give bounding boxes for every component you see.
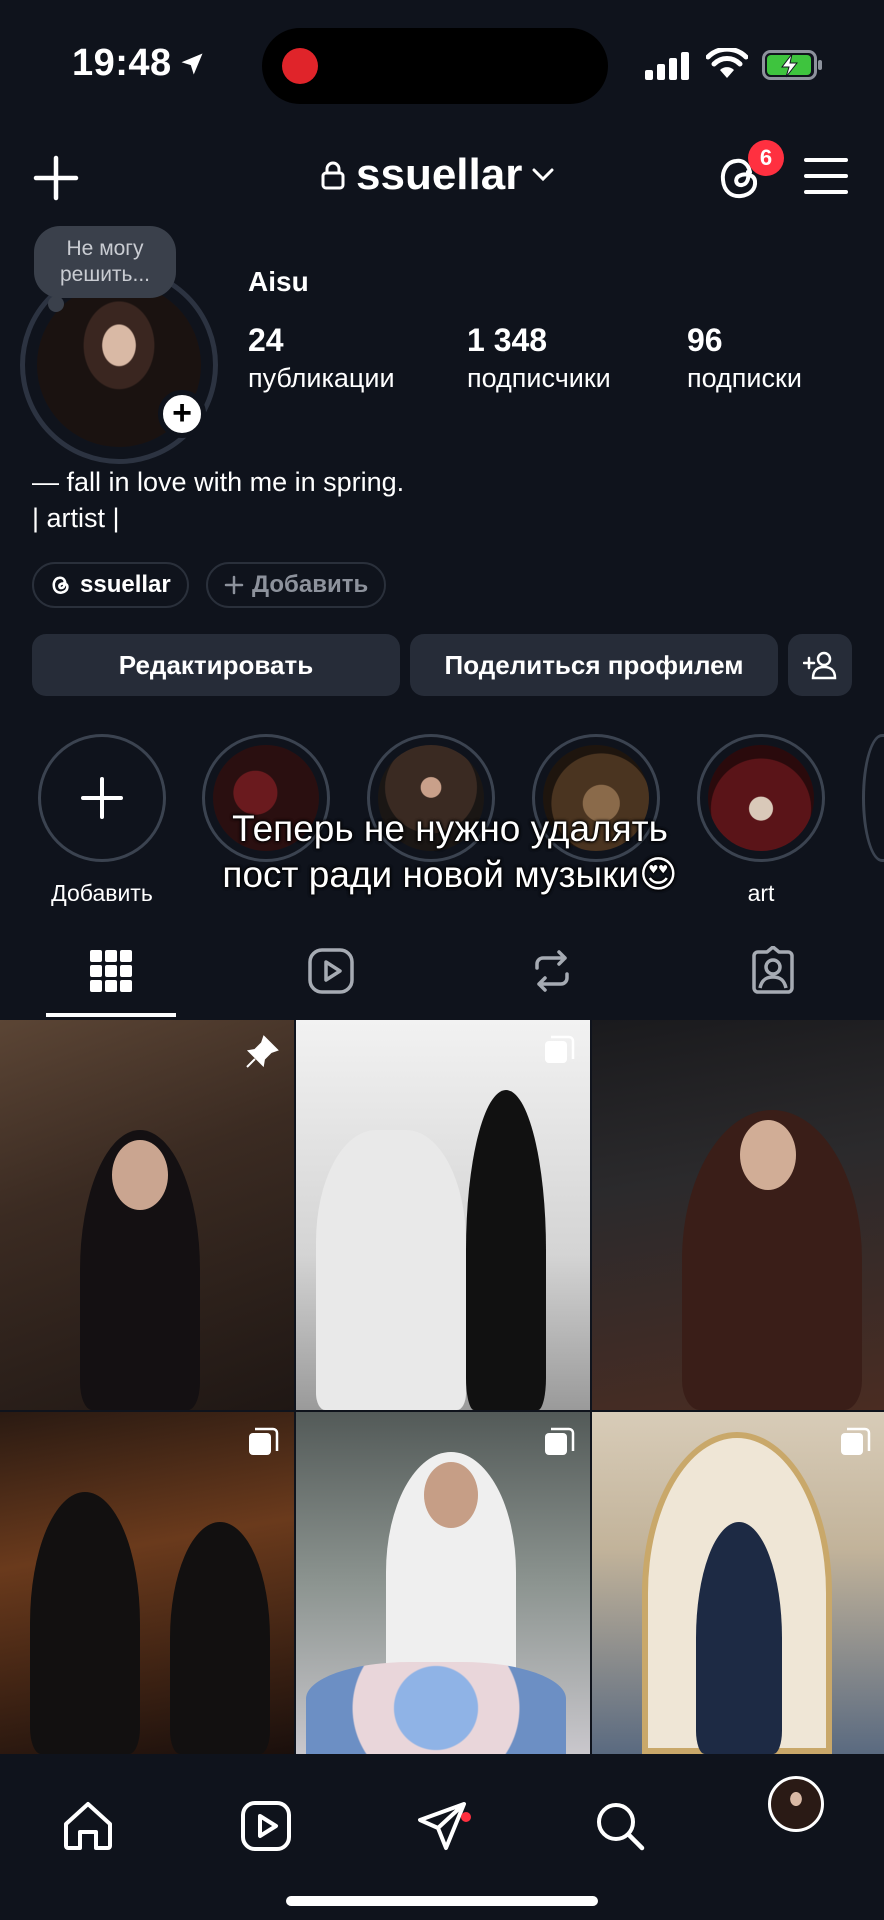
carousel-icon [545, 1427, 575, 1455]
cellular-signal-icon [645, 52, 689, 80]
post-face [424, 1462, 478, 1528]
highlight-item-partial[interactable] [862, 734, 884, 862]
notification-badge: 6 [748, 140, 784, 176]
threads-chip-label: ssuellar [80, 571, 171, 598]
stat-posts-label: публикации [248, 363, 395, 393]
direct-messages-icon[interactable] [414, 1798, 470, 1854]
stat-posts[interactable]: 24 публикации [248, 322, 395, 394]
pin-icon [246, 1035, 279, 1068]
post-thumbnail[interactable] [0, 1412, 294, 1754]
profile-note-bubble[interactable]: Не могу решить... [34, 226, 176, 298]
plus-icon [81, 777, 123, 819]
recording-indicator-icon [282, 48, 318, 84]
stat-followers-label: подписчики [467, 363, 611, 393]
post-face [740, 1120, 796, 1190]
profile-bio: — fall in love with me in spring. | arti… [32, 464, 404, 536]
carousel-icon [841, 1427, 871, 1455]
menu-hamburger-icon[interactable] [804, 156, 848, 196]
post-thumbnail[interactable] [296, 1412, 590, 1754]
add-link-chip-label: Добавить [252, 571, 369, 598]
profile-username: ssuellar [356, 150, 523, 199]
search-icon[interactable] [592, 1798, 648, 1854]
lock-icon [321, 161, 345, 190]
threads-small-icon [52, 576, 69, 594]
post-thumbnail[interactable] [592, 1412, 884, 1754]
location-arrow-icon [181, 53, 203, 75]
post-thumbnail[interactable] [0, 1020, 294, 1410]
add-link-chip[interactable]: Добавить [206, 562, 387, 608]
create-plus-icon[interactable] [32, 154, 80, 202]
edit-profile-button[interactable]: Редактировать [32, 634, 400, 696]
profile-tab-avatar[interactable] [768, 1776, 824, 1832]
stat-posts-value: 24 [248, 322, 284, 358]
plus-small-icon [224, 575, 244, 595]
bio-line-2: | artist | [32, 503, 120, 533]
post-figure [696, 1522, 782, 1754]
carousel-icon [249, 1427, 279, 1455]
status-bar: 19:48 [0, 0, 884, 130]
reposts-tab-icon[interactable] [527, 946, 577, 996]
battery-charging-icon [762, 50, 822, 80]
home-icon[interactable] [60, 1798, 116, 1854]
post-thumbnail[interactable] [296, 1020, 590, 1410]
status-time: 19:48 [72, 42, 172, 84]
tagged-tab-icon[interactable] [748, 946, 798, 996]
highlight-label: Добавить [51, 880, 153, 906]
post-figure [30, 1492, 140, 1754]
reels-icon[interactable] [238, 1798, 294, 1854]
stat-followers-value: 1 348 [467, 322, 548, 358]
highlight-add-ring [38, 734, 166, 862]
threads-profile-chip[interactable]: ssuellar [32, 562, 189, 608]
post-figure [466, 1090, 546, 1410]
carousel-icon [545, 1035, 575, 1063]
caption-line-2: пост ради новой музыки😍 [222, 854, 678, 895]
chevron-down-icon [532, 168, 554, 182]
post-figure [316, 1130, 466, 1410]
note-bubble-tail [48, 296, 64, 312]
posts-grid [0, 1020, 884, 1754]
discover-people-button[interactable] [788, 634, 852, 696]
profile-header: ssuellar 6 [0, 140, 884, 220]
stat-following[interactable]: 96 подписки [687, 322, 802, 394]
post-figure [170, 1522, 270, 1754]
wifi-icon [706, 48, 748, 78]
posts-grid-tab-icon[interactable] [86, 946, 136, 996]
post-flowers [306, 1662, 566, 1754]
post-thumbnail[interactable] [592, 1020, 884, 1410]
dynamic-island [262, 28, 608, 104]
share-profile-button[interactable]: Поделиться профилем [410, 634, 778, 696]
bio-line-1: — fall in love with me in spring. [32, 467, 405, 497]
stat-following-label: подписки [687, 363, 802, 393]
active-tab-indicator [46, 1013, 176, 1017]
caption-line-1: Теперь не нужно удалять [232, 808, 668, 849]
post-face [112, 1140, 168, 1210]
stat-followers[interactable]: 1 348 подписчики [467, 322, 611, 394]
stat-following-value: 96 [687, 322, 723, 358]
add-story-plus-icon[interactable]: + [158, 390, 206, 438]
add-person-icon [803, 651, 837, 680]
highlight-add[interactable]: Добавить [38, 734, 166, 907]
display-name: Aisu [248, 266, 309, 297]
home-indicator[interactable] [286, 1896, 598, 1906]
reels-tab-icon[interactable] [306, 946, 356, 996]
video-caption-overlay: Теперь не нужно удалять пост ради новой … [150, 806, 750, 898]
account-switcher[interactable]: ssuellar [320, 150, 554, 200]
unread-dot-icon [461, 1812, 471, 1822]
